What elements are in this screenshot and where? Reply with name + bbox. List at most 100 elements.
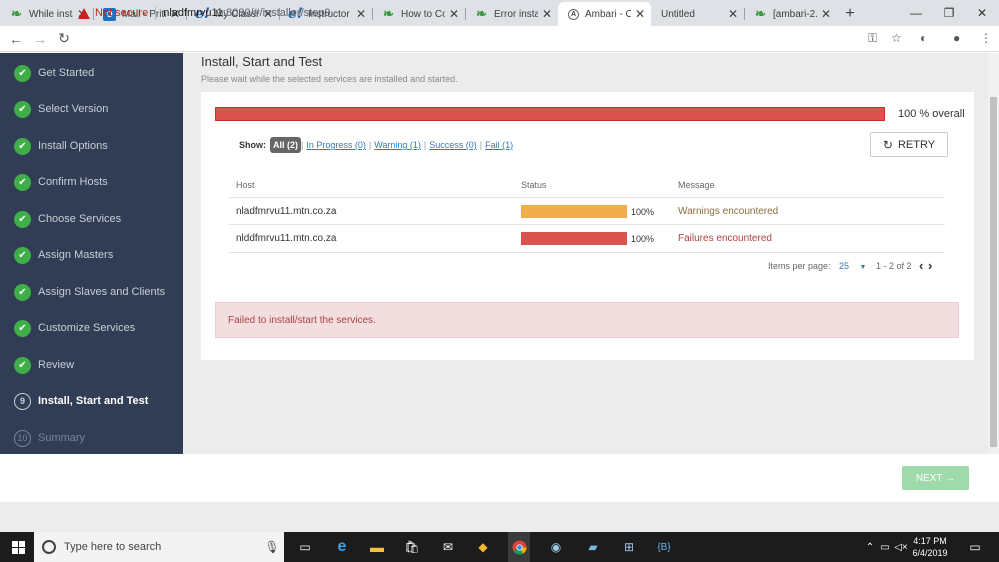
overall-progress-bar	[215, 107, 885, 121]
prev-page-icon[interactable]: ‹	[919, 258, 923, 273]
divider: |	[479, 140, 483, 150]
reload-icon[interactable]: ↻	[52, 30, 76, 47]
check-circle-icon: ✔	[14, 100, 31, 118]
host-status-percent: 100%	[631, 207, 655, 217]
items-per-page-label: Items per page:	[768, 261, 831, 271]
store-icon[interactable]: 🛍	[402, 532, 422, 562]
url-host: nladfmrvu11	[163, 7, 223, 19]
taskbar-search-input[interactable]: Type here to search	[34, 532, 284, 562]
key-icon[interactable]: ⚿	[868, 31, 877, 46]
windows-start-icon[interactable]	[8, 532, 28, 562]
wizard-step[interactable]: ✔ Review	[14, 355, 74, 375]
host-link[interactable]: nlddfmrvu11.mtn.co.za	[236, 233, 336, 244]
wizard-step[interactable]: ✔ Install Options	[14, 136, 108, 156]
filter-warning[interactable]: Warning (1)	[374, 140, 421, 150]
extension-icon[interactable]: ◐	[920, 31, 927, 45]
table-divider	[229, 252, 945, 253]
step-number-icon: 9	[14, 392, 31, 410]
filter-all[interactable]: All (2)	[270, 137, 302, 153]
chrome-icon[interactable]	[508, 532, 530, 562]
status-filters: Show: All (2) | In Progress (0) | Warnin…	[239, 136, 516, 154]
filter-fail[interactable]: Fail (1)	[485, 140, 513, 150]
back-icon[interactable]: ←	[4, 31, 28, 47]
filter-in-progress[interactable]: In Progress (0)	[306, 140, 366, 150]
host-message-link[interactable]: Failures encountered	[678, 233, 772, 244]
account-icon[interactable]: ●	[953, 31, 960, 45]
wizard-step-label: Assign Slaves and Clients	[38, 286, 166, 298]
check-circle-icon: ✔	[14, 356, 31, 374]
host-status-bar	[521, 205, 627, 218]
mail-icon[interactable]: ✉	[438, 532, 458, 562]
check-circle-icon: ✔	[14, 64, 31, 82]
page-subtitle: Please wait while the selected services …	[201, 74, 458, 84]
wizard-step[interactable]: ✔ Assign Masters	[14, 245, 113, 265]
items-per-page-select[interactable]: 25 ▼	[839, 261, 866, 271]
wizard-step[interactable]: ✔ Assign Slaves and Clients	[14, 282, 165, 302]
wizard-step[interactable]: 9 Install, Start and Test	[14, 391, 148, 411]
wizard-step[interactable]: ✔ Get Started	[14, 63, 94, 83]
wizard-step-label: Confirm Hosts	[38, 176, 108, 188]
wizard-footer	[0, 454, 999, 502]
column-header-message[interactable]: Message	[678, 180, 715, 190]
divider	[155, 6, 157, 20]
cortana-icon	[42, 540, 56, 554]
divider: |	[301, 140, 304, 150]
table-divider	[229, 197, 945, 198]
host-status-percent: 100%	[631, 234, 655, 244]
page-title: Install, Start and Test	[201, 54, 323, 69]
wizard-step[interactable]: ✔ Confirm Hosts	[14, 172, 108, 192]
address-bar: ← → ↻	[0, 26, 999, 52]
edge-icon[interactable]: e	[332, 532, 352, 562]
menu-icon[interactable]: ⋮	[980, 31, 992, 45]
file-explorer-icon[interactable]: ▬	[367, 532, 387, 562]
vpn-icon[interactable]: ◉	[546, 532, 566, 562]
column-header-host[interactable]: Host	[236, 180, 255, 190]
maximize-icon[interactable]: ❐	[931, 0, 967, 26]
app-icon[interactable]: {B}	[654, 532, 674, 562]
wizard-step[interactable]: ✔ Select Version	[14, 99, 108, 119]
wizard-step[interactable]: ✔ Customize Services	[14, 318, 135, 338]
clock-time: 4:17 PM	[913, 536, 947, 546]
items-per-page-value: 25	[839, 261, 850, 271]
check-circle-icon: ✔	[14, 210, 31, 228]
notifications-icon[interactable]: ▭	[966, 532, 984, 562]
wizard-step-label: Assign Masters	[38, 249, 114, 261]
host-status-bar	[521, 232, 627, 245]
task-view-icon[interactable]: ▭	[296, 532, 314, 562]
caret-down-icon: ▼	[859, 264, 867, 271]
network-tool-icon[interactable]: ⊞	[619, 532, 639, 562]
divider: |	[423, 140, 427, 150]
host-message-link[interactable]: Warnings encountered	[678, 206, 778, 217]
close-window-icon[interactable]: ✕	[964, 0, 999, 26]
retry-label: RETRY	[897, 138, 936, 151]
wizard-step-label: Select Version	[38, 103, 109, 115]
url-field[interactable]: Not secure nladfmrvu11 :8080/#/installer…	[78, 4, 868, 22]
notepad-icon[interactable]: ▰	[583, 532, 603, 562]
forward-icon[interactable]: →	[28, 31, 52, 47]
wizard-step[interactable]: ✔ Choose Services	[14, 209, 121, 229]
star-icon[interactable]: ☆	[891, 31, 902, 45]
page-bottom	[0, 502, 999, 532]
host-link[interactable]: nladfmrvu11.mtn.co.za	[236, 206, 336, 217]
scrollbar[interactable]	[988, 53, 999, 454]
show-label: Show:	[239, 140, 266, 150]
volume-icon[interactable]: ◁×	[894, 532, 908, 562]
refresh-icon: ↻	[882, 137, 893, 152]
search-placeholder: Type here to search	[64, 541, 162, 553]
network-icon[interactable]: ▭	[878, 532, 892, 562]
chevron-up-icon[interactable]: ⌃	[864, 532, 876, 562]
microphone-icon[interactable]: 🎙	[264, 532, 280, 562]
sticky-app-icon[interactable]: ◆	[473, 532, 493, 562]
column-header-status[interactable]: Status	[521, 180, 547, 190]
next-button[interactable]: NEXT →	[902, 466, 969, 490]
check-circle-icon: ✔	[14, 283, 31, 301]
browser-tab-title: While install	[29, 8, 73, 20]
scrollbar-thumb[interactable]	[990, 97, 997, 447]
system-clock[interactable]: 4:17 PM 6/4/2019	[908, 535, 952, 559]
filter-success[interactable]: Success (0)	[429, 140, 477, 150]
next-page-icon[interactable]: ›	[928, 258, 932, 273]
retry-button[interactable]: ↻ RETRY	[870, 132, 948, 157]
wizard-step-label: Choose Services	[38, 213, 122, 225]
check-circle-icon: ✔	[14, 319, 31, 337]
minimize-icon[interactable]: —	[898, 0, 934, 26]
